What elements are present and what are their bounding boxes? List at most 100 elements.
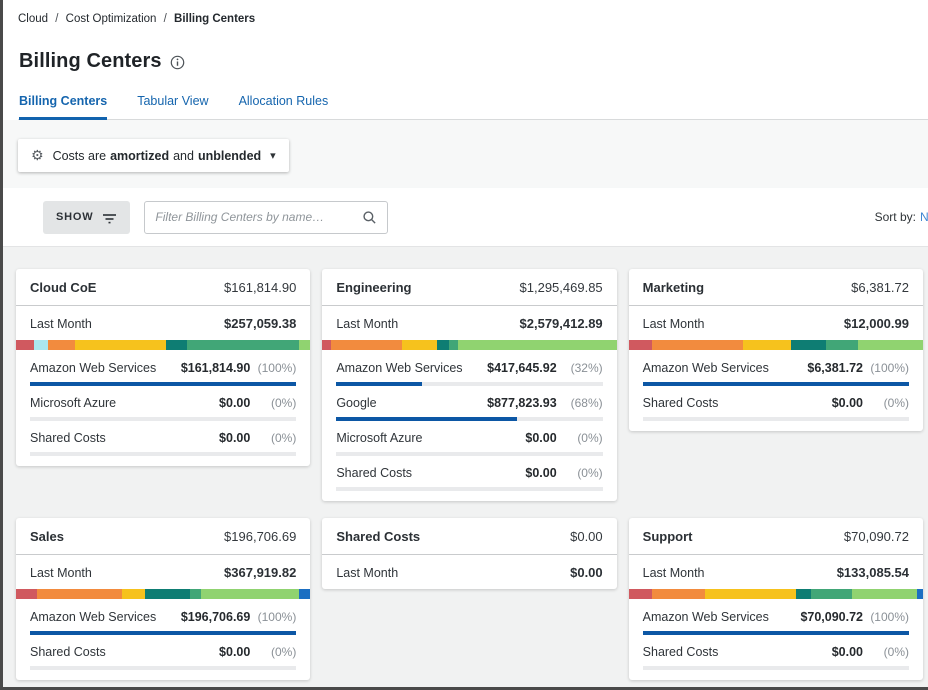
last-month-value: $12,000.99 (844, 316, 909, 331)
vendor-name: Shared Costs (336, 466, 412, 480)
tab-billing-centers[interactable]: Billing Centers (19, 94, 107, 120)
vendor-name: Google (336, 396, 376, 410)
cost-segment-teal (437, 340, 449, 350)
vendor-row: Shared Costs$0.00(0%) (30, 421, 296, 456)
cost-segment-orange (48, 340, 74, 350)
vendor-amount: $417,645.92 (487, 361, 557, 375)
vendor-amount: $0.00 (525, 466, 556, 480)
vendor-progress-track (336, 487, 602, 491)
cost-segment-teal (166, 340, 187, 350)
billing-centers-grid: Cloud CoE$161,814.90Last Month$257,059.3… (16, 269, 923, 680)
vendor-line: Shared Costs$0.00(0%) (643, 396, 909, 410)
cost-segment-green (449, 340, 458, 350)
cost-segment-lightgreen (299, 340, 311, 350)
vendor-row: Microsoft Azure$0.00(0%) (336, 421, 602, 456)
filter-input[interactable] (155, 210, 362, 224)
info-icon[interactable] (170, 55, 185, 70)
vendor-row: Shared Costs$0.00(0%) (30, 635, 296, 670)
vendor-list: Amazon Web Services$6,381.72(100%)Shared… (629, 350, 923, 431)
tab-tabular-view[interactable]: Tabular View (137, 94, 208, 119)
billing-center-card[interactable]: Cloud CoE$161,814.90Last Month$257,059.3… (16, 269, 310, 466)
vendor-row: Google$877,823.93(68%) (336, 386, 602, 421)
vendor-name: Shared Costs (30, 645, 106, 659)
vendor-percent: (0%) (250, 431, 296, 445)
vendor-list: Amazon Web Services$70,090.72(100%) Share… (629, 599, 923, 680)
vendor-line: Microsoft Azure$0.00(0%) (30, 396, 296, 410)
vendor-values: $0.00(0%) (525, 466, 602, 480)
cost-segment-orange (652, 340, 743, 350)
page-header: Cloud / Cost Optimization / Billing Cent… (3, 0, 928, 120)
billing-center-name: Marketing (643, 280, 704, 295)
vendor-percent: (0%) (557, 431, 603, 445)
card-header: Shared Costs$0.00 (322, 518, 616, 555)
billing-center-card[interactable]: Support$70,090.72Last Month$133,085.54Am… (629, 518, 923, 680)
cost-settings-unblended: unblended (198, 149, 261, 163)
cost-settings-prefix: Costs are (53, 149, 107, 163)
vendor-row: Amazon Web Services$417,645.92(32%) (336, 351, 602, 386)
tab-bar: Billing Centers Tabular View Allocation Ru… (18, 94, 928, 120)
search-icon[interactable] (362, 210, 377, 225)
billing-center-total: $196,706.69 (224, 529, 296, 544)
billing-center-card[interactable]: Shared Costs$0.00Last Month$0.00 (322, 518, 616, 589)
cost-segment-green (187, 340, 299, 350)
cost-segment-orange (331, 340, 402, 350)
billing-center-name: Sales (30, 529, 64, 544)
cost-segment-teal (796, 589, 811, 599)
last-month-value: $133,085.54 (837, 565, 909, 580)
vendor-list: Amazon Web Services$161,814.90(100%) Micr… (16, 350, 310, 466)
cost-settings-button[interactable]: ⚙ Costs are amortized and unblended ▾ (18, 139, 289, 172)
vendor-percent: (100%) (863, 361, 909, 375)
billing-center-card[interactable]: Marketing$6,381.72Last Month$12,000.99Am… (629, 269, 923, 431)
cost-segment-red (16, 340, 34, 350)
billing-center-total: $161,814.90 (224, 280, 296, 295)
vendor-amount: $0.00 (832, 396, 863, 410)
cost-settings-and: and (173, 149, 194, 163)
billing-center-name: Cloud CoE (30, 280, 96, 295)
last-month-row: Last Month $133,085.54 (629, 555, 923, 589)
vendor-progress-track (30, 452, 296, 456)
vendor-values: $196,706.69(100%) (181, 610, 297, 624)
vendor-row: Amazon Web Services$70,090.72(100%) (643, 600, 909, 635)
cost-distribution-bar (16, 340, 310, 350)
show-button[interactable]: SHOW (43, 201, 130, 234)
last-month-row: Last Month$0.00 (322, 555, 616, 589)
filter-toolbar: SHOW Sort by:Name (3, 188, 928, 247)
vendor-row: Shared Costs$0.00(0%) (643, 635, 909, 670)
vendor-name: Microsoft Azure (336, 431, 422, 445)
vendor-name: Amazon Web Services (643, 610, 769, 624)
breadcrumb-item[interactable]: Cost Optimization (66, 13, 157, 25)
cost-segment-yellow (122, 589, 146, 599)
vendor-name: Shared Costs (643, 645, 719, 659)
vendor-line: Amazon Web Services$70,090.72(100%) (643, 610, 909, 624)
vendor-name: Shared Costs (643, 396, 719, 410)
cost-segment-blue (299, 589, 311, 599)
page-title: Billing Centers (19, 50, 162, 73)
billing-center-card[interactable]: Sales$196,706.69Last Month$367,919.82Ama… (16, 518, 310, 680)
billing-center-total: $0.00 (570, 529, 603, 544)
tab-allocation-rules[interactable]: Allocation Rules (239, 94, 329, 119)
billing-centers-page: Cloud / Cost Optimization / Billing Cent… (0, 0, 928, 690)
cost-segment-teal (791, 340, 826, 350)
billing-center-card[interactable]: Engineering$1,295,469.85Last Month$2,579… (322, 269, 616, 501)
breadcrumb-item[interactable]: Cloud (18, 13, 48, 25)
vendor-progress-track (643, 417, 909, 421)
vendor-name: Amazon Web Services (643, 361, 769, 375)
cost-segment-yellow (75, 340, 166, 350)
billing-center-name: Engineering (336, 280, 411, 295)
cost-segment-green (190, 589, 202, 599)
gear-icon: ⚙ (31, 147, 44, 164)
cost-segment-red (629, 340, 653, 350)
vendor-values: $0.00(0%) (219, 431, 296, 445)
vendor-percent: (0%) (250, 645, 296, 659)
vendor-line: Shared Costs$0.00(0%) (30, 645, 296, 659)
vendor-line: Amazon Web Services$161,814.90(100%) (30, 361, 296, 375)
last-month-label: Last Month (643, 566, 705, 580)
sort-by-value-link[interactable]: Name (920, 210, 928, 224)
vendor-row: Amazon Web Services$161,814.90(100%) (30, 351, 296, 386)
vendor-amount: $0.00 (219, 431, 250, 445)
billing-center-total: $70,090.72 (844, 529, 909, 544)
cost-settings-band: ⚙ Costs are amortized and unblended ▾ (3, 120, 928, 188)
vendor-percent: (100%) (250, 361, 296, 375)
vendor-percent: (100%) (863, 610, 909, 624)
cost-segment-red (629, 589, 653, 599)
